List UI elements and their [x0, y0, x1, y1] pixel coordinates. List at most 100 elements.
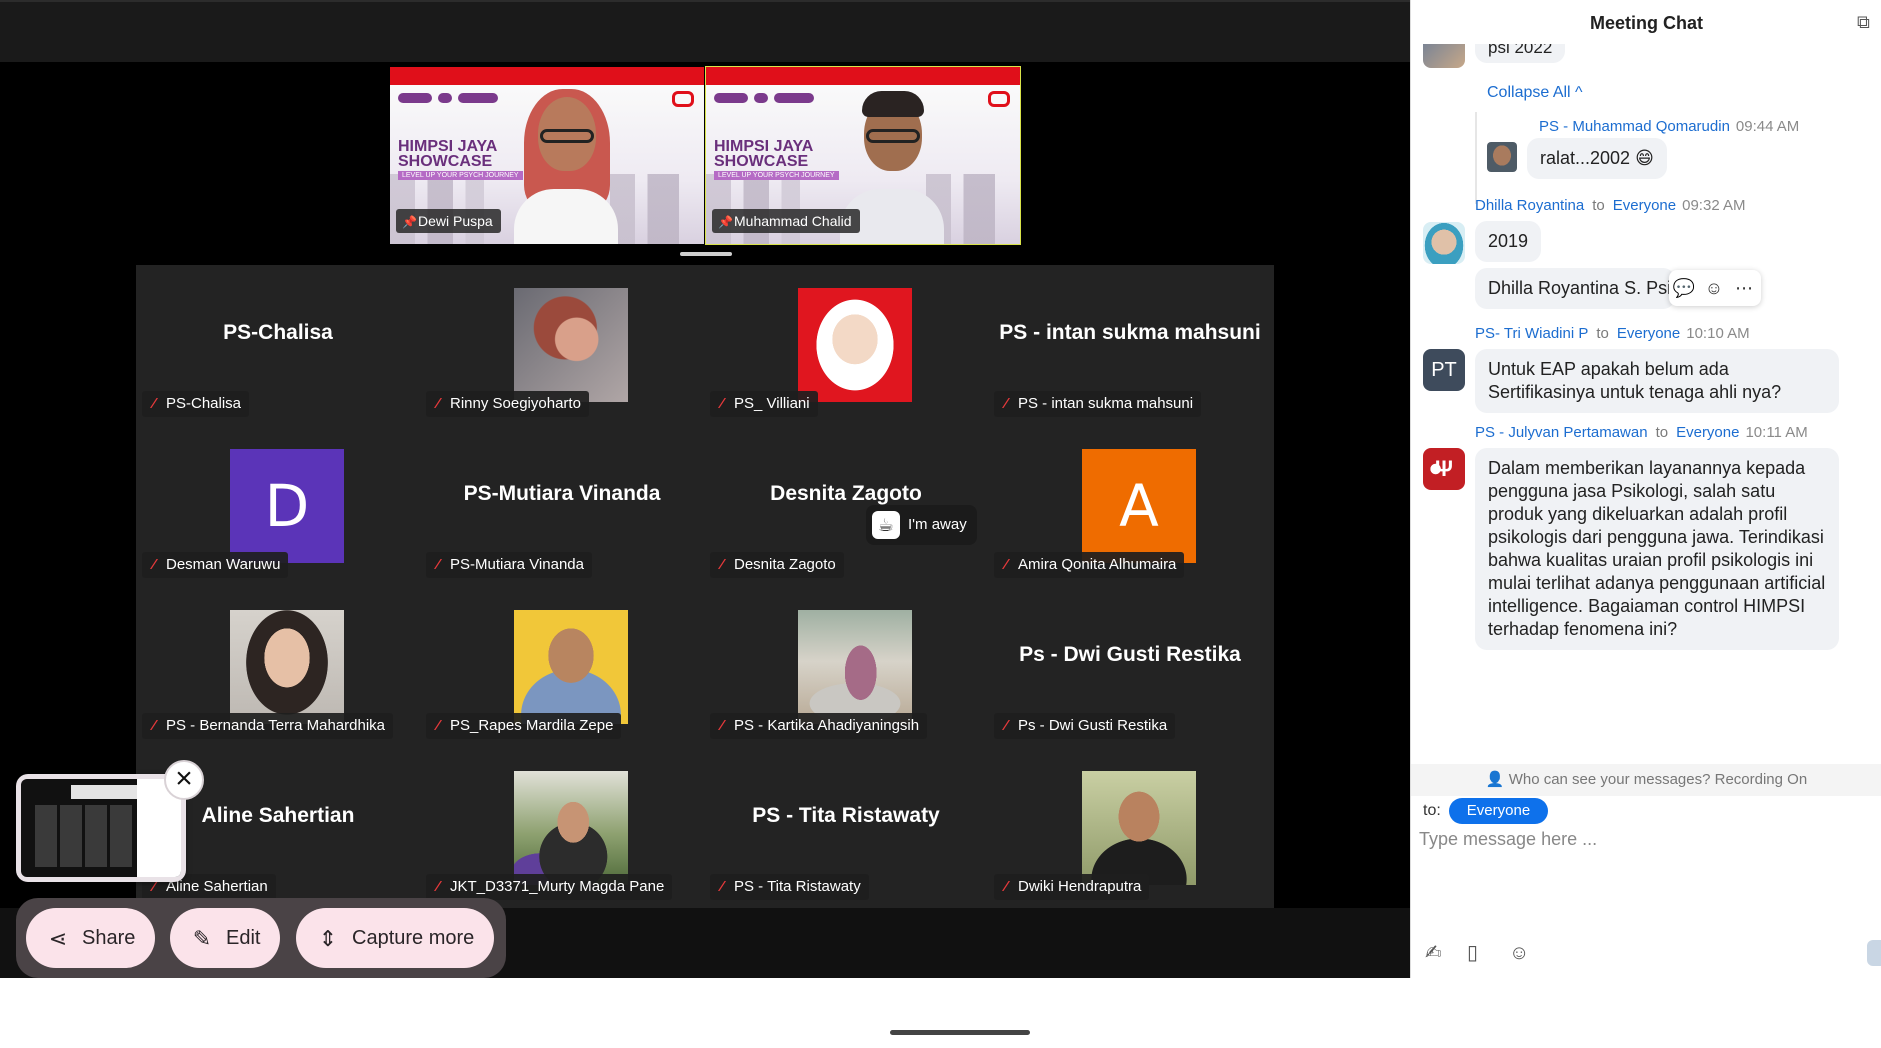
- participant-name: PS - Kartika Ahadiyaningsih: [734, 717, 920, 734]
- file-icon[interactable]: ▯: [1467, 940, 1509, 965]
- participant-tile[interactable]: ⁄ PS - Kartika Ahadiyaningsih: [704, 587, 988, 747]
- message-sender[interactable]: PS- Tri Wiadini P: [1475, 325, 1588, 342]
- participant-display-name: PS-Chalisa: [223, 321, 333, 344]
- sender-avatar: [1423, 222, 1465, 264]
- chat-message-list[interactable]: psi 2022 Collapse All ^ PS - Muhammad Qo…: [1411, 44, 1881, 764]
- muted-mic-icon: ⁄: [1004, 717, 1008, 734]
- chat-title: Meeting Chat: [1589, 13, 1703, 33]
- muted-mic-icon: ⁄: [152, 717, 156, 734]
- format-text-icon[interactable]: ✍: [1425, 940, 1467, 965]
- muted-mic-icon: ⁄: [436, 878, 440, 895]
- participant-name-tag: ⁄ Desnita Zagoto: [710, 552, 844, 578]
- home-indicator[interactable]: [890, 1030, 1030, 1035]
- participant-tile[interactable]: PS - intan sukma mahsuni ⁄ PS - intan sukm…: [988, 265, 1272, 425]
- participant-photo: [230, 610, 344, 724]
- screen: HIMPSI JAYA SHOWCASE LEVEL UP YOUR PSYCH…: [0, 0, 1881, 1048]
- participant-name-tag: ⁄ PS - Tita Ristawaty: [710, 874, 869, 900]
- muted-mic-icon: ⁄: [720, 878, 724, 895]
- share-button[interactable]: ⋖ Share: [26, 908, 156, 968]
- speaker-tile-muhammad-chalid[interactable]: HIMPSI JAYA SHOWCASE LEVEL UP YOUR PSYCH…: [705, 66, 1021, 245]
- participant-name-tag: ⁄ PS - intan sukma mahsuni: [994, 391, 1202, 417]
- participant-letter-avatar: D: [230, 449, 344, 563]
- recipient-selector[interactable]: Everyone: [1448, 797, 1549, 824]
- close-screenshot-button[interactable]: ×: [164, 760, 204, 800]
- reply-avatar: [1487, 142, 1517, 172]
- banner-logos: [714, 89, 844, 105]
- speaker-name: Muhammad Chalid: [734, 213, 852, 229]
- muted-mic-icon: ⁄: [436, 556, 440, 573]
- message-input[interactable]: [1419, 824, 1874, 854]
- participant-tile[interactable]: PS - Tita Ristawaty ⁄ PS - Tita Ristawaty: [704, 748, 988, 908]
- participant-name: PS_ Villiani: [734, 395, 810, 412]
- muted-mic-icon: ⁄: [436, 717, 440, 734]
- banner-title: HIMPSI JAYA SHOWCASE: [398, 138, 497, 170]
- speaker-name: Dewi Puspa: [418, 213, 493, 229]
- message-meta: PS- Tri Wiadini P to Everyone 10:10 AM: [1475, 325, 1750, 342]
- reply-sender[interactable]: PS - Muhammad Qomarudin: [1539, 118, 1730, 135]
- participant-tile[interactable]: ⁄ PS_ Villiani: [704, 265, 988, 425]
- message-sender[interactable]: Dhilla Royantina: [1475, 197, 1584, 214]
- collapse-all-link[interactable]: Collapse All ^: [1487, 84, 1583, 102]
- privacy-notice-text: Who can see your messages? Recording On: [1508, 771, 1808, 788]
- chat-toolbar: ✍ ▯ ☺: [1425, 940, 1551, 966]
- message-time: 10:11 AM: [1745, 424, 1808, 441]
- participant-tile[interactable]: ⁄ PS - Bernanda Terra Mahardhika: [136, 587, 420, 747]
- privacy-notice[interactable]: 👤 Who can see your messages? Recording O…: [1411, 764, 1881, 796]
- device-bottom-area: [0, 978, 1881, 1048]
- message-recipient: Everyone: [1612, 197, 1677, 214]
- participant-tile[interactable]: ⁄ PS_Rapes Mardila Zepe: [420, 587, 704, 747]
- message-meta: PS - Julyvan Pertamawan to Everyone 10:11 A…: [1475, 424, 1808, 441]
- message-time: 09:32 AM: [1682, 197, 1746, 214]
- participant-name-tag: ⁄ Desman Waruwu: [142, 552, 289, 578]
- participant-name: PS - Tita Ristawaty: [734, 878, 861, 895]
- participant-name-tag: ⁄ PS-Mutiara Vinanda: [426, 552, 592, 578]
- pencil-icon: ✎: [192, 925, 212, 951]
- participant-tile[interactable]: D ⁄ Desman Waruwu: [136, 426, 420, 586]
- participant-name: PS_Rapes Mardila Zepe: [450, 717, 614, 734]
- speaker-strip: HIMPSI JAYA SHOWCASE LEVEL UP YOUR PSYCH…: [390, 66, 1021, 245]
- reply-thread-icon[interactable]: 💬: [1669, 270, 1699, 306]
- strip-resize-handle[interactable]: [680, 252, 732, 256]
- recipient-row: to: Everyone: [1423, 796, 1549, 826]
- popout-icon[interactable]: ⧉: [1857, 12, 1877, 32]
- message-bubble: Dhilla Royantina S. Psi.: [1475, 268, 1676, 309]
- participant-name: Ps - Dwi Gusti Restika: [1018, 717, 1168, 734]
- participant-photo: [514, 288, 628, 402]
- participant-tile[interactable]: A ⁄ Amira Qonita Alhumaira: [988, 426, 1272, 586]
- capture-more-button[interactable]: ⇕ Capture more: [296, 908, 495, 968]
- meeting-top-bar: [0, 0, 1410, 62]
- participant-name: PS-Mutiara Vinanda: [450, 556, 584, 573]
- to-word: to: [1596, 325, 1609, 342]
- send-button[interactable]: [1867, 940, 1881, 966]
- emoji-icon[interactable]: ☺: [1509, 942, 1551, 965]
- muted-mic-icon: ⁄: [720, 717, 724, 734]
- message-bubble: Dalam memberikan layanannya kepada pengg…: [1475, 448, 1839, 650]
- participant-tile[interactable]: ⁄ Rinny Soegiyoharto: [420, 265, 704, 425]
- away-status-pill: ☕ I'm away: [866, 505, 977, 545]
- participant-photo: [514, 610, 628, 724]
- pin-icon: 📌: [718, 215, 733, 229]
- participant-name: Desnita Zagoto: [734, 556, 836, 573]
- add-reaction-icon[interactable]: ☺: [1699, 270, 1729, 306]
- screenshot-action-bar: ⋖ Share ✎ Edit ⇕ Capture more: [16, 898, 506, 978]
- coffee-cup-icon: ☕: [872, 511, 900, 540]
- participant-tile[interactable]: ⁄ Dwiki Hendraputra: [988, 748, 1272, 908]
- screenshot-thumbnail[interactable]: [16, 774, 186, 882]
- message-bubble: psi 2022: [1475, 44, 1566, 63]
- participant-tile[interactable]: PS-Chalisa ⁄ PS-Chalisa: [136, 265, 420, 425]
- banner-mark: [672, 91, 694, 107]
- participant-tile[interactable]: Ps - Dwi Gusti Restika ⁄ Ps - Dwi Gusti Re…: [988, 587, 1272, 747]
- participant-display-name: PS - Tita Ristawaty: [752, 804, 940, 827]
- message-sender[interactable]: PS - Julyvan Pertamawan: [1475, 424, 1648, 441]
- more-options-icon[interactable]: ⋯: [1729, 270, 1759, 306]
- participant-display-name: PS-Mutiara Vinanda: [463, 482, 661, 505]
- participant-name-tag: ⁄ PS-Chalisa: [142, 391, 250, 417]
- participant-tile[interactable]: PS-Mutiara Vinanda ⁄ PS-Mutiara Vinanda: [420, 426, 704, 586]
- participant-tile[interactable]: ⁄ JKT_D3371_Murty Magda Pane: [420, 748, 704, 908]
- speaker-tile-dewi-puspa[interactable]: HIMPSI JAYA SHOWCASE LEVEL UP YOUR PSYCH…: [390, 67, 704, 244]
- participant-name: Dwiki Hendraputra: [1018, 878, 1142, 895]
- edit-button[interactable]: ✎ Edit: [170, 908, 281, 968]
- sender-avatar: PT: [1423, 349, 1465, 391]
- person-lock-icon: 👤: [1485, 771, 1505, 788]
- participant-name: Rinny Soegiyoharto: [450, 395, 581, 412]
